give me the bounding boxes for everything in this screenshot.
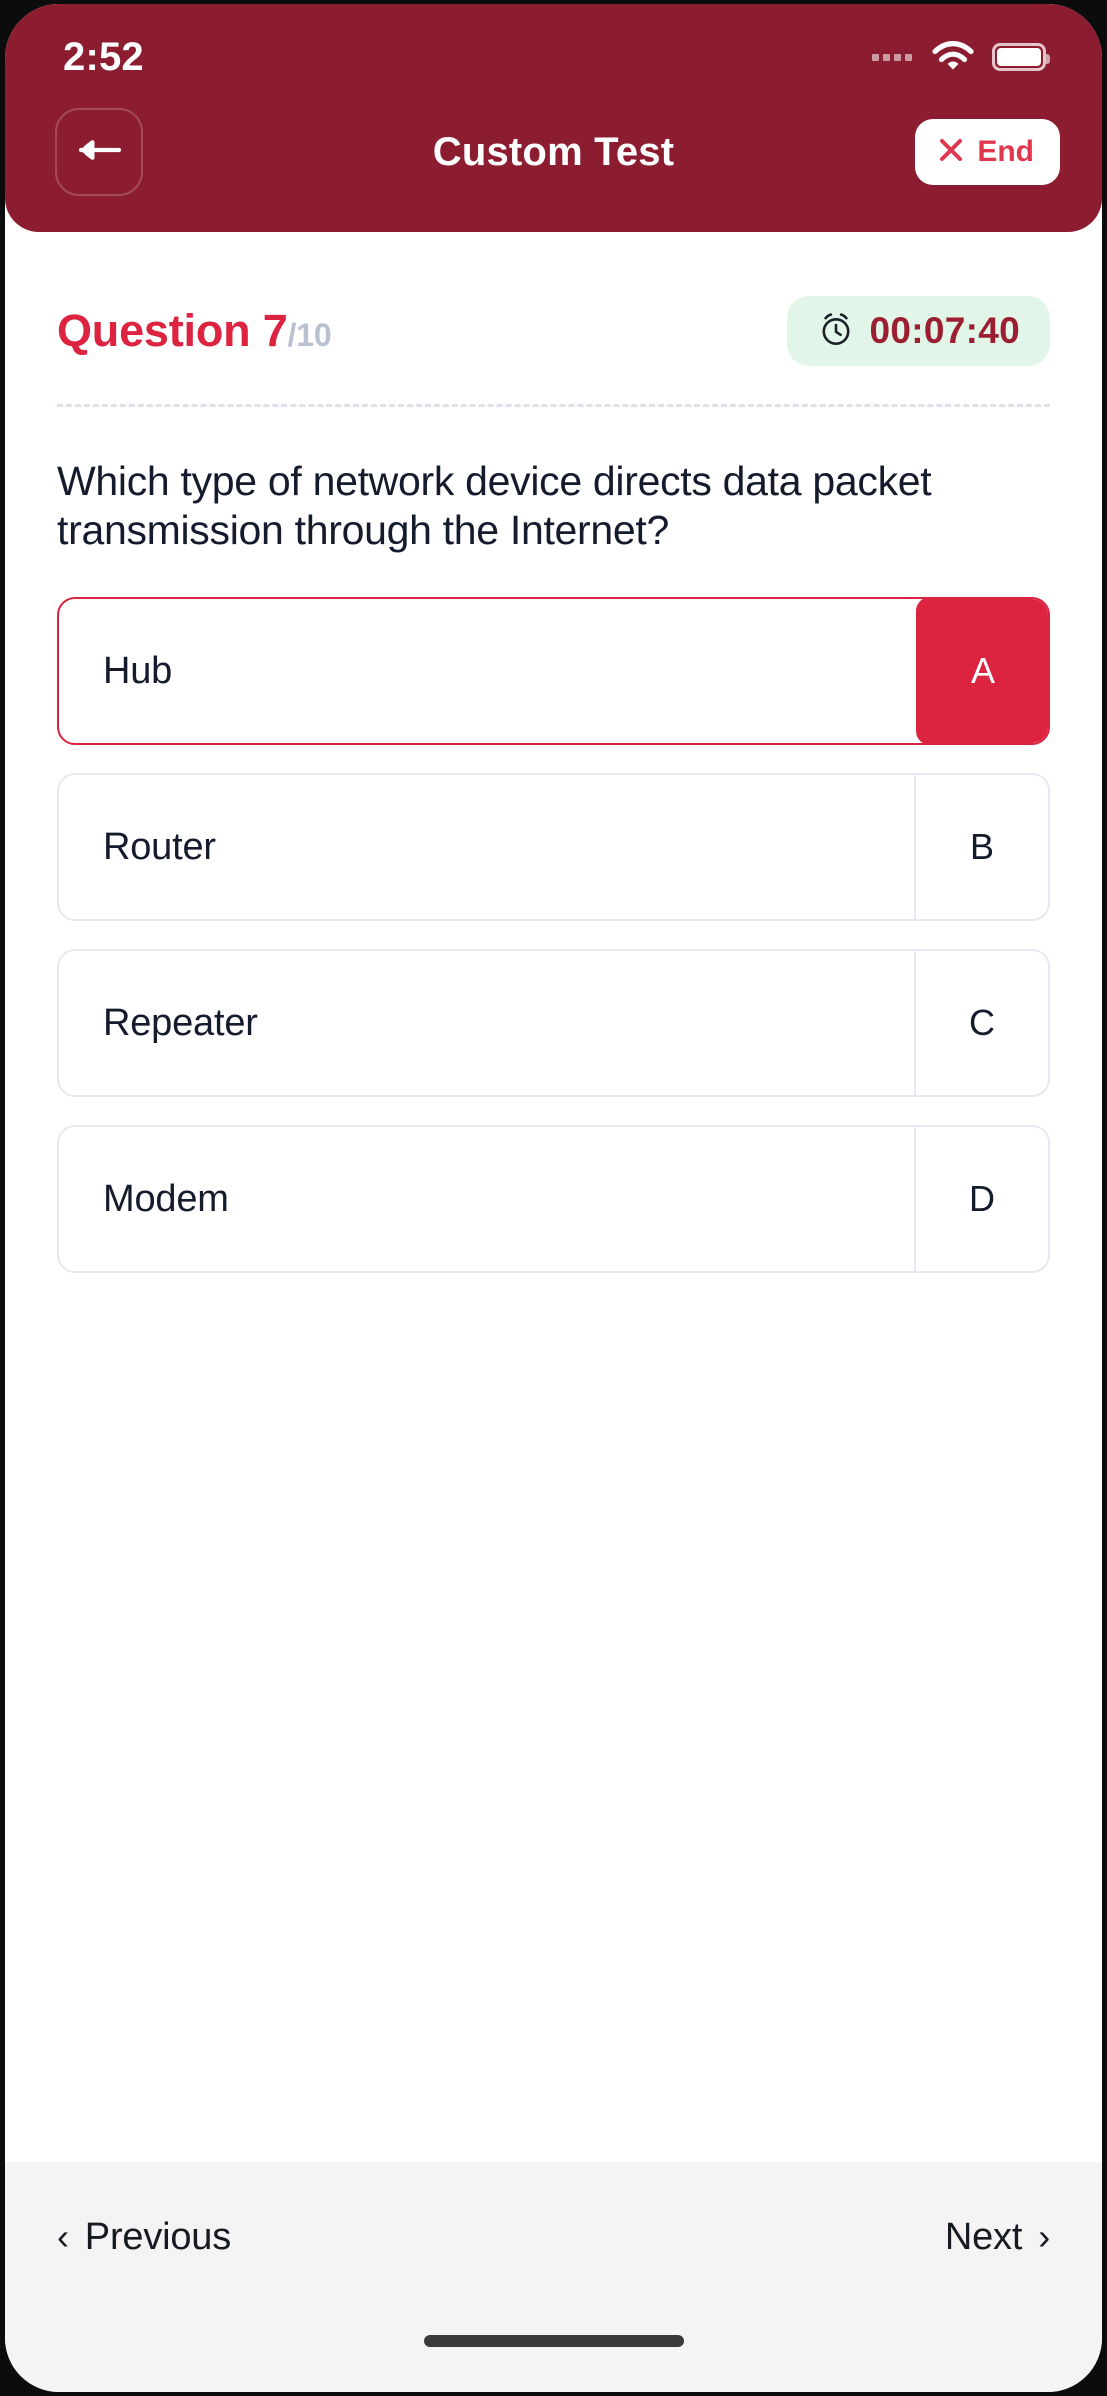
answer-options-list: Hub A Router B Repeater C Modem D bbox=[57, 597, 1050, 1274]
answer-option-d-label: Modem bbox=[103, 1177, 229, 1220]
phone-screen: 2:52 Custom Test End Question 7/10 00:07… bbox=[5, 4, 1102, 2392]
answer-option-a-label: Hub bbox=[103, 649, 173, 692]
next-button[interactable]: Next › bbox=[945, 2216, 1050, 2259]
home-indicator-area bbox=[57, 2312, 1050, 2392]
chevron-right-icon: › bbox=[1038, 2216, 1050, 2257]
answer-option-b[interactable]: Router B bbox=[57, 773, 1050, 922]
answer-option-b-letter: B bbox=[914, 775, 1048, 920]
wifi-icon bbox=[931, 40, 975, 74]
next-button-label: Next bbox=[944, 2215, 1023, 2258]
end-button-label: End bbox=[977, 135, 1034, 168]
nav-bar: Custom Test End bbox=[5, 100, 1102, 204]
end-test-button[interactable]: End bbox=[915, 119, 1060, 185]
question-text: Which type of network device directs dat… bbox=[57, 458, 932, 554]
app-header: 2:52 Custom Test End bbox=[5, 4, 1102, 232]
timer-badge: 00:07:40 bbox=[787, 296, 1050, 366]
back-button[interactable] bbox=[55, 108, 143, 196]
answer-option-a-letter: A bbox=[916, 599, 1048, 744]
nav-buttons-row: ‹ Previous Next › bbox=[57, 2162, 1050, 2312]
answer-option-d-letter: D bbox=[914, 1127, 1048, 1272]
home-indicator[interactable] bbox=[423, 2335, 684, 2347]
quiz-content: Question 7/10 00:07:40 Which type of net… bbox=[5, 232, 1102, 2162]
status-time: 2:52 bbox=[63, 34, 144, 79]
question-counter-total: /10 bbox=[287, 317, 332, 353]
answer-option-c-letter: C bbox=[914, 951, 1048, 1096]
question-counter: Question 7/10 bbox=[57, 305, 332, 357]
answer-option-a[interactable]: Hub A bbox=[57, 597, 1050, 746]
arrow-left-icon bbox=[75, 135, 123, 170]
section-divider bbox=[57, 404, 1050, 407]
status-icons bbox=[872, 40, 1050, 74]
status-bar: 2:52 bbox=[5, 4, 1102, 100]
battery-icon bbox=[992, 43, 1050, 71]
answer-option-c[interactable]: Repeater C bbox=[57, 949, 1050, 1098]
question-meta-row: Question 7/10 00:07:40 bbox=[57, 296, 1050, 366]
previous-button[interactable]: ‹ Previous bbox=[57, 2216, 231, 2259]
bottom-navigation-bar: ‹ Previous Next › bbox=[5, 2162, 1102, 2392]
close-x-icon bbox=[937, 136, 965, 169]
answer-option-d[interactable]: Modem D bbox=[57, 1125, 1050, 1274]
alarm-clock-icon bbox=[817, 310, 855, 353]
phone-device-frame: 2:52 Custom Test End Question 7/10 00:07… bbox=[0, 0, 1107, 2396]
previous-button-label: Previous bbox=[84, 2215, 232, 2258]
answer-option-c-label: Repeater bbox=[103, 1001, 258, 1044]
chevron-left-icon: ‹ bbox=[57, 2216, 69, 2257]
signal-dots-icon bbox=[872, 53, 912, 61]
timer-value: 00:07:40 bbox=[869, 310, 1020, 351]
question-counter-current: Question 7 bbox=[57, 305, 288, 356]
answer-option-b-label: Router bbox=[103, 825, 216, 868]
